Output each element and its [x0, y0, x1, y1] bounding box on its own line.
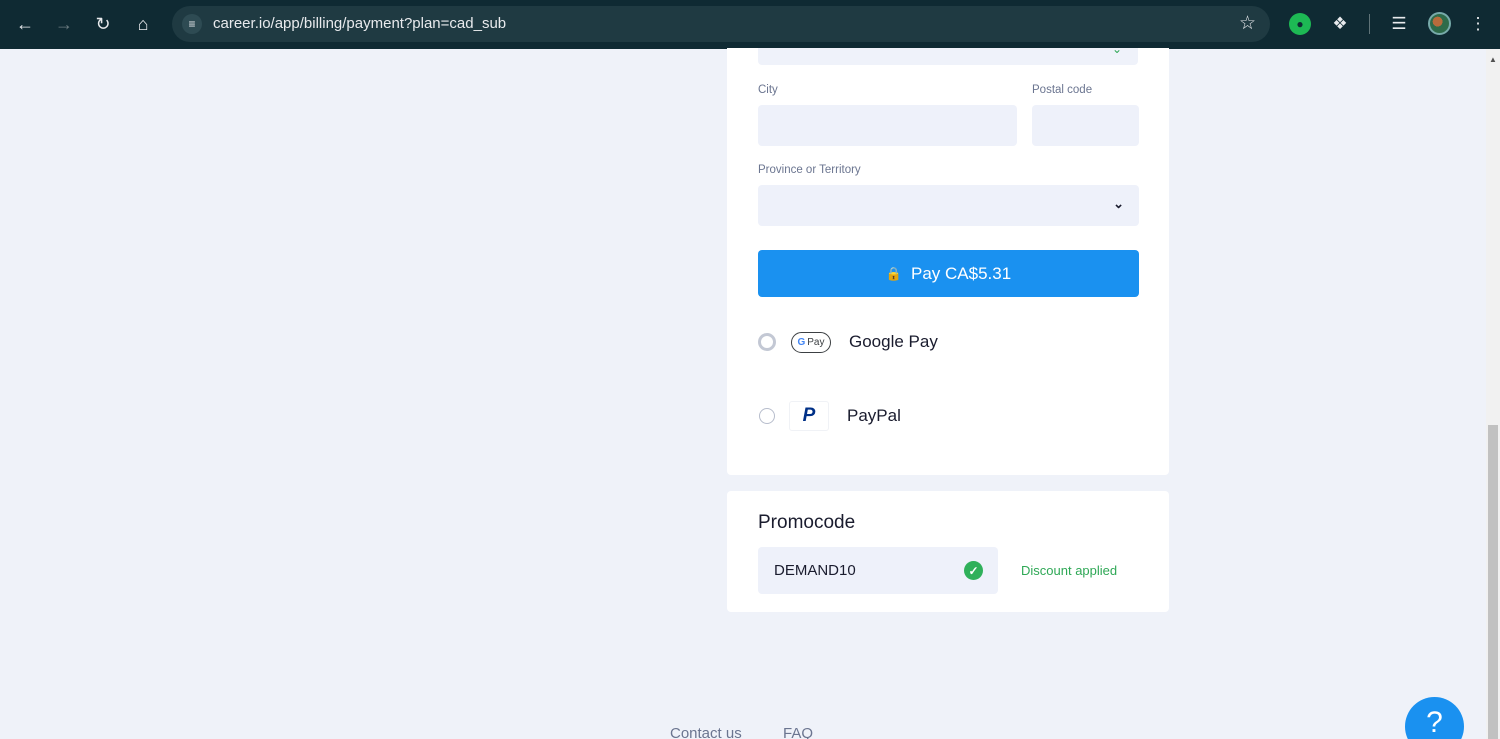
google-pay-label: Google Pay: [849, 332, 938, 351]
media-queue-icon[interactable]: ☰: [1388, 13, 1410, 35]
payment-option-google-pay[interactable]: G Pay Google Pay: [758, 322, 1139, 362]
kebab-menu-icon[interactable]: ⋮: [1467, 13, 1489, 35]
payment-card: ⌄ City Postal code Province or Territory…: [727, 42, 1169, 475]
promocode-card: Promocode DEMAND10 ✓ Discount applied: [727, 491, 1169, 612]
postal-code-field[interactable]: [1032, 105, 1139, 146]
chevron-down-icon: ⌄: [1111, 42, 1122, 56]
paypal-radio[interactable]: [759, 408, 775, 424]
province-label: Province or Territory: [758, 164, 861, 176]
promocode-value: DEMAND10: [774, 562, 856, 579]
scrollbar-thumb[interactable]: [1488, 425, 1498, 739]
url-text[interactable]: career.io/app/billing/payment?plan=cad_s…: [213, 15, 506, 32]
reload-icon[interactable]: ↻: [90, 11, 116, 37]
country-select-partial[interactable]: ⌄: [758, 42, 1138, 65]
google-pay-logo: G Pay: [791, 331, 831, 353]
check-circle-icon: ✓: [964, 561, 983, 580]
site-info-icon[interactable]: ≡: [182, 14, 202, 34]
discount-status: Discount applied: [1021, 563, 1118, 578]
address-bar[interactable]: ≡ career.io/app/billing/payment?plan=cad…: [172, 6, 1270, 42]
extensions-puzzle-icon[interactable]: ❖: [1329, 13, 1351, 35]
home-icon[interactable]: ⌂: [130, 11, 156, 37]
promocode-input[interactable]: DEMAND10 ✓: [758, 547, 998, 594]
scroll-up-arrow-icon[interactable]: ▲: [1489, 55, 1497, 64]
grammarly-extension-icon[interactable]: ●: [1289, 13, 1311, 35]
gpay-logo-text: Pay: [807, 336, 825, 348]
chevron-down-icon: ⌄: [1113, 196, 1124, 211]
lock-icon: 🔒: [885, 265, 902, 281]
pay-button-label: Pay CA$5.31: [911, 263, 1012, 283]
contact-us-link[interactable]: Contact us: [670, 725, 742, 739]
back-icon[interactable]: ←: [12, 11, 38, 37]
google-g-icon: G: [797, 336, 806, 348]
toolbar-divider: [1369, 14, 1370, 34]
page-scrollbar[interactable]: ▲: [1486, 49, 1500, 739]
postal-code-label: Postal code: [1032, 84, 1093, 96]
faq-link[interactable]: FAQ: [783, 725, 813, 739]
paypal-label: PayPal: [847, 406, 901, 425]
city-label: City: [758, 84, 778, 96]
province-select[interactable]: ⌄: [758, 185, 1139, 226]
paypal-logo: P: [789, 401, 829, 431]
forward-icon[interactable]: →: [51, 11, 77, 37]
help-button[interactable]: ?: [1405, 697, 1464, 739]
payment-option-paypal[interactable]: P PayPal: [758, 396, 1139, 436]
google-pay-radio[interactable]: [758, 333, 776, 351]
browser-toolbar: ← → ↻ ⌂ ≡ career.io/app/billing/payment?…: [0, 0, 1500, 49]
profile-avatar[interactable]: [1428, 12, 1451, 35]
city-field[interactable]: [758, 105, 1017, 146]
promocode-title: Promocode: [758, 512, 856, 533]
bookmark-star-icon[interactable]: ☆: [1239, 12, 1256, 35]
pay-button[interactable]: 🔒 Pay CA$5.31: [758, 250, 1139, 297]
